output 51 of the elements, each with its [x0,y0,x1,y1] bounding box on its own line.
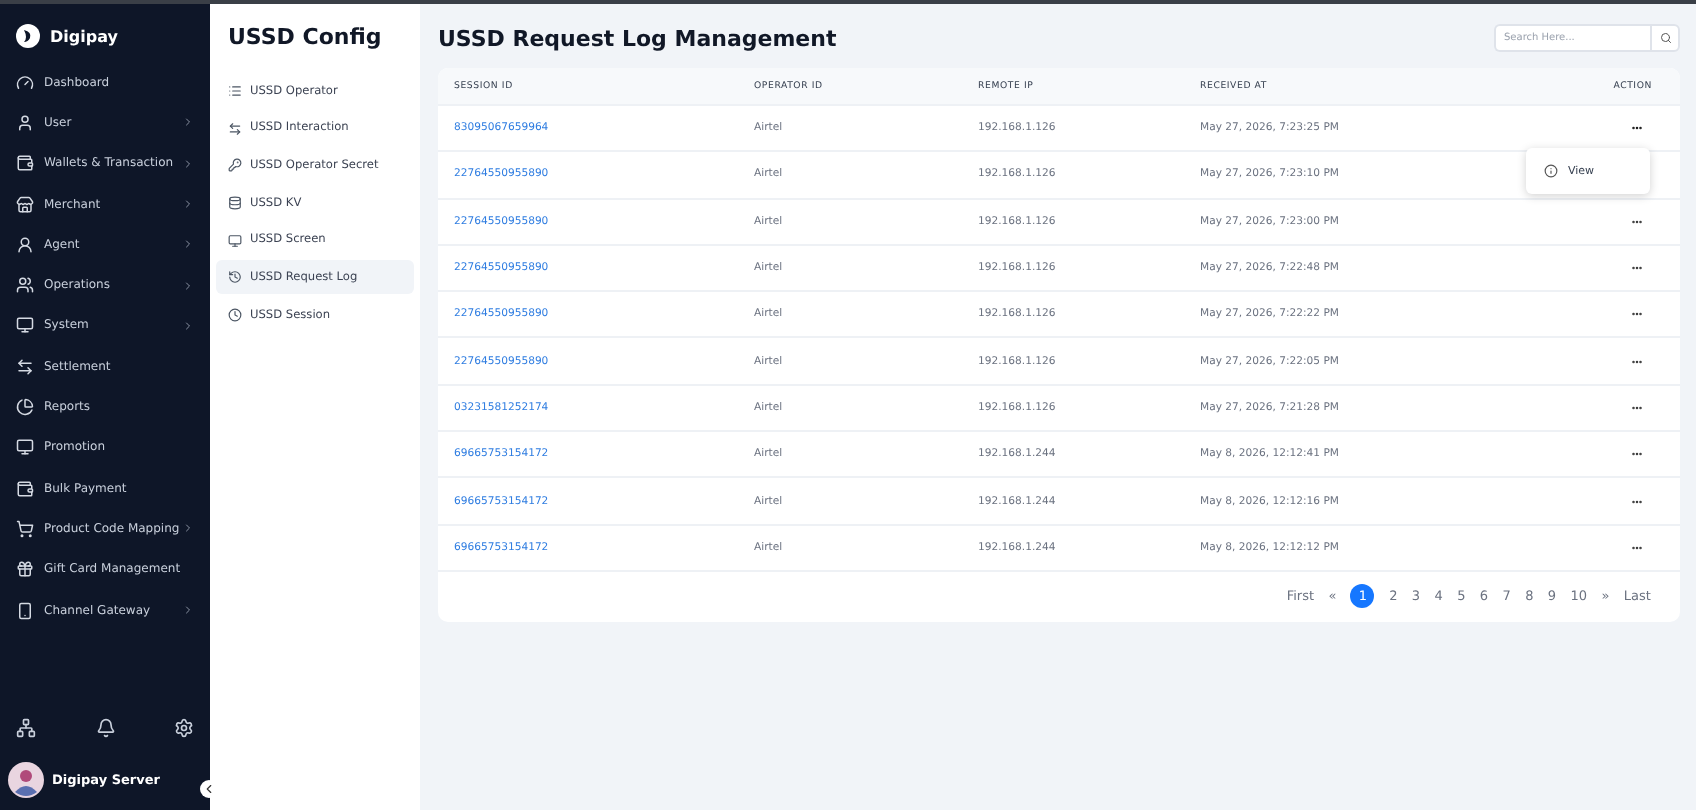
more-icon[interactable] [1628,541,1646,554]
collapse-button[interactable] [200,780,218,798]
more-icon[interactable] [1628,215,1646,228]
chevron-icon [182,157,194,170]
gift-icon [16,560,34,579]
chevron-icon [182,279,194,292]
avatar [8,762,44,798]
chevron-icon [182,319,194,332]
user-icon [16,235,34,254]
info-icon [1544,164,1558,178]
history-icon [228,270,242,285]
settings-icon[interactable] [174,718,194,738]
search-button[interactable] [1650,24,1680,52]
chevron-left-icon [202,782,216,796]
wallet-icon [16,154,34,173]
cart-icon [16,519,34,538]
arrows-icon [228,121,242,136]
clock-icon [228,308,242,323]
users-icon [16,276,34,295]
list-icon [228,84,242,98]
brand-name: Digipay [50,27,118,45]
more-icon[interactable] [1628,401,1646,414]
arrows-icon [16,357,34,376]
more-icon[interactable] [1628,262,1646,275]
database-icon [228,196,242,211]
user-icon [16,113,34,132]
more-icon[interactable] [1628,308,1646,321]
monitor-icon [16,438,34,457]
search-icon [1659,32,1671,44]
chevron-icon [182,116,194,129]
chevron-icon [182,198,194,211]
network-icon[interactable] [16,718,36,738]
page-title: USSD Request Log Management [438,25,837,51]
chevron-icon [182,238,194,251]
phone-icon [16,601,34,619]
more-icon[interactable] [1628,122,1646,135]
more-icon[interactable] [1628,448,1646,461]
key-icon [228,158,242,173]
bell-icon[interactable] [95,718,115,738]
monitor-icon [228,233,242,248]
more-icon[interactable] [1628,355,1646,368]
wallet-icon [16,479,34,498]
gauge-icon [16,73,34,92]
store-icon [16,195,34,214]
logo-icon [16,24,40,48]
more-icon[interactable] [1628,495,1646,508]
chevron-icon [182,522,194,535]
pie-chart-icon [16,398,34,417]
chevron-icon [182,604,194,616]
monitor-icon [16,316,34,335]
submenu-title: USSD Config [226,24,384,50]
